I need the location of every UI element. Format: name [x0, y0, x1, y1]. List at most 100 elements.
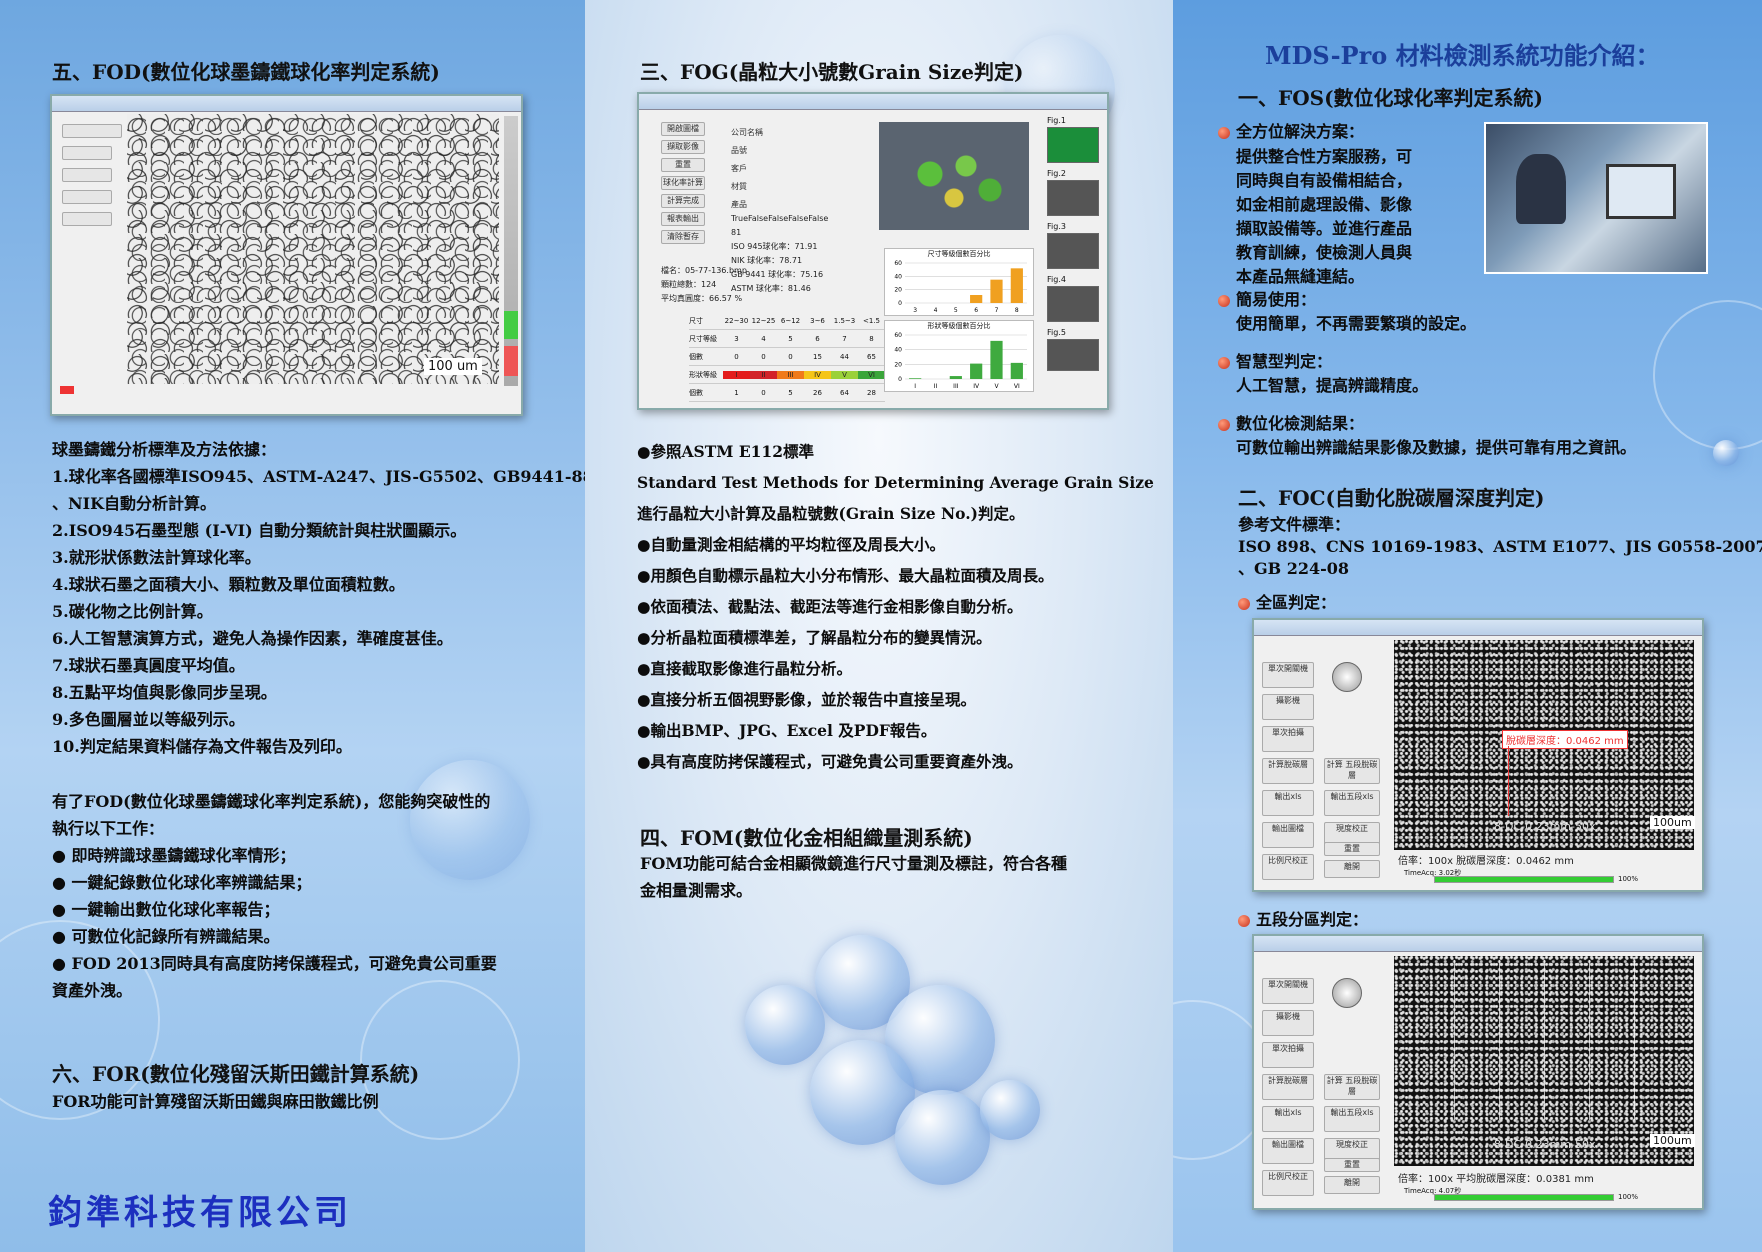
- foc-button[interactable]: 單次開關機: [1262, 662, 1314, 688]
- fod-heading: 五、FOD(數位化球墨鑄鐵球化率判定系統): [52, 60, 440, 84]
- fos-feature-title-text: 數位化檢測結果：: [1236, 414, 1365, 433]
- fog-table-cell: 64: [840, 388, 849, 397]
- dial-knob[interactable]: [1332, 662, 1362, 692]
- fod-toolbar-button[interactable]: [62, 190, 112, 204]
- fom-desc-line: 金相量測需求。: [640, 881, 753, 900]
- fog-chart-size-title: 尺寸等級個數百分比: [927, 250, 991, 258]
- bullet-icon: [1238, 914, 1250, 927]
- foc-button[interactable]: 輸出圖檔: [1262, 1138, 1314, 1164]
- fog-table-cell: 65: [867, 352, 876, 361]
- fig-thumbnail[interactable]: [1047, 286, 1099, 322]
- foc-button-right[interactable]: 輸出五段xls: [1324, 1106, 1380, 1132]
- fos-feature-line: 使用簡單，不再需要繁瑣的設定。: [1236, 314, 1477, 333]
- fos-feature-title: 簡易使用：: [1218, 286, 1476, 313]
- fog-table-row: 形狀等級 I II III IV V VI: [689, 366, 885, 384]
- foc-button[interactable]: 輸出圖檔: [1262, 822, 1314, 848]
- fog-table-row: 個數 0 0 0 15 44 65: [689, 348, 885, 366]
- window-titlebar: [1254, 620, 1702, 636]
- fog-screenshot: 開啟圖檔 擷取影像 重置 球化率計算 計算完成 報表輸出 清除暫存 公司名稱 品…: [637, 92, 1109, 410]
- foc-button[interactable]: 單次拍攝: [1262, 726, 1314, 752]
- fod-basis-title: 球墨鑄鐵分析標準及方法依據：: [52, 440, 277, 459]
- fog-button-capture[interactable]: 擷取影像: [661, 140, 705, 154]
- foc-button[interactable]: 輸出xls: [1262, 1106, 1314, 1132]
- window-titlebar: [639, 94, 1107, 110]
- fod-basis-item: 2.ISO945石墨型態 (I-VI) 自動分類統計與柱狀圖顯示。: [52, 521, 467, 540]
- fog-table-cell: VI: [858, 370, 885, 379]
- fog-button-report[interactable]: 報表輸出: [661, 212, 705, 226]
- fog-table-cell: <1.5: [863, 316, 880, 325]
- fog-table-cell: 12~25: [751, 316, 776, 325]
- depth-line: [1508, 746, 1509, 816]
- fos-feature-line: 人工智慧，提高辨識精度。: [1236, 376, 1429, 395]
- for-desc: FOR功能可計算殘留沃斯田鐵與麻田散鐵比例: [52, 1092, 379, 1111]
- chart-y-tick: 0: [898, 376, 902, 383]
- fog-button-calc[interactable]: 球化率計算: [661, 176, 705, 190]
- foc-button-right[interactable]: 重置: [1324, 842, 1380, 856]
- foc-scale: 100um: [1650, 1134, 1695, 1147]
- foc-button[interactable]: 單次拍攝: [1262, 1042, 1314, 1068]
- fod-toolbar-button[interactable]: [62, 168, 112, 182]
- dial-knob[interactable]: [1332, 978, 1362, 1008]
- foc-button[interactable]: 比例尺校正: [1262, 1170, 1314, 1196]
- fog-table-row: 尺寸等級 3 4 5 6 7 8: [689, 330, 885, 348]
- fog-table-cell: 3~6: [810, 316, 825, 325]
- fog-field-label: 材質: [731, 182, 747, 191]
- foc-button-right[interactable]: 離開: [1324, 1176, 1380, 1194]
- fig-thumbnail[interactable]: [1047, 339, 1099, 371]
- fod-toolbar-button[interactable]: [62, 124, 122, 138]
- fog-point: Standard Test Methods for Determining Av…: [637, 473, 1154, 492]
- fog-chart-size: 尺寸等級個數百分比 0 20 40 60 3 4 5 6 7 8: [884, 248, 1034, 316]
- foc-button[interactable]: 比例尺校正: [1262, 854, 1314, 880]
- fog-file-line: 顆粒總數：124: [661, 280, 717, 289]
- fog-button-open[interactable]: 開啟圖檔: [661, 122, 705, 136]
- fod-toolbar-button[interactable]: [62, 212, 112, 226]
- bullet-icon: [1218, 294, 1230, 307]
- fod-toolbar-button[interactable]: [62, 146, 112, 160]
- foc-button[interactable]: 計算脫碳層: [1262, 1074, 1314, 1100]
- fog-fig-strip: Fig.1 Fig.2 Fig.3 Fig.4 Fig.5: [1047, 116, 1099, 371]
- fod-basis-item: 7.球狀石墨真圓度平均值。: [52, 656, 245, 675]
- chart-x-tick: 8: [1015, 307, 1019, 314]
- fog-button-reset[interactable]: 重置: [661, 158, 705, 172]
- foc-button-right[interactable]: 計算 五段脫碳層: [1324, 1074, 1380, 1100]
- panel-left: 五、FOD(數位化球墨鑄鐵球化率判定系統) 100 um 球墨鑄鐵分析標準及方法…: [0, 0, 585, 1252]
- foc-button-right[interactable]: 計算 五段脫碳層: [1324, 758, 1380, 784]
- foc-button[interactable]: 攝影機: [1262, 1010, 1314, 1036]
- fog-table-cell: I: [723, 370, 750, 379]
- fog-table-cell: IV: [804, 370, 831, 379]
- foc-button[interactable]: 攝影機: [1262, 694, 1314, 720]
- chart-bar: [1010, 362, 1023, 379]
- fos-feature-title-text: 簡易使用：: [1236, 290, 1317, 309]
- fog-table-cell: 22~30: [724, 316, 749, 325]
- segment-line: [1499, 960, 1500, 1120]
- fig-thumbnail[interactable]: [1047, 180, 1099, 216]
- foc-full-title: 全區判定：: [1238, 589, 1336, 616]
- main-title: MDS-Pro 材料檢測系統功能介紹：: [1265, 41, 1660, 70]
- fos-feature-1: 全方位解決方案： 提供整合性方案服務，可 同時與自有設備相結合， 如金相前處理設…: [1218, 118, 1412, 289]
- fog-fields: 公司名稱 品號 客戶 材質 產品: [731, 124, 763, 214]
- fog-field-label: 公司名稱: [731, 128, 763, 137]
- foc-button-right[interactable]: 輸出五段xls: [1324, 790, 1380, 816]
- fig-label: Fig.5: [1047, 328, 1066, 337]
- chart-y-tick: 0: [898, 300, 902, 307]
- fos-feature-title-text: 全方位解決方案：: [1236, 122, 1365, 141]
- foc-full-title-text: 全區判定：: [1256, 593, 1337, 612]
- chart-bar: [990, 340, 1003, 379]
- fom-heading: 四、FOM(數位化金相組織量測系統): [640, 826, 973, 850]
- fig-thumbnail[interactable]: [1047, 127, 1099, 163]
- foc-button[interactable]: 計算脫碳層: [1262, 758, 1314, 784]
- fom-desc-line: FOM功能可結合金相顯微鏡進行尺寸量測及標註，符合各種: [640, 854, 1068, 873]
- fog-point: ●直接截取影像進行晶粒分析。: [637, 659, 853, 678]
- foc-button-right[interactable]: 離開: [1324, 860, 1380, 878]
- fog-point: 進行晶粒大小計算及晶粒號數(Grain Size No.)判定。: [637, 504, 1025, 523]
- foc-button[interactable]: 單次開關機: [1262, 978, 1314, 1004]
- foc-progress-fill: [1435, 1195, 1613, 1200]
- fog-button-clear[interactable]: 清除暫存: [661, 230, 705, 244]
- foc-button[interactable]: 輸出xls: [1262, 790, 1314, 816]
- chart-x-tick: 5: [954, 307, 958, 314]
- fog-button-done[interactable]: 計算完成: [661, 194, 705, 208]
- foc-button-right[interactable]: 重置: [1324, 1158, 1380, 1172]
- fog-grain-image: [879, 122, 1029, 230]
- fod-work-block: 有了FOD(數位化球墨鑄鐵球化率判定系統)，您能夠突破性的 執行以下工作： ● …: [52, 788, 497, 1004]
- fig-thumbnail[interactable]: [1047, 233, 1099, 269]
